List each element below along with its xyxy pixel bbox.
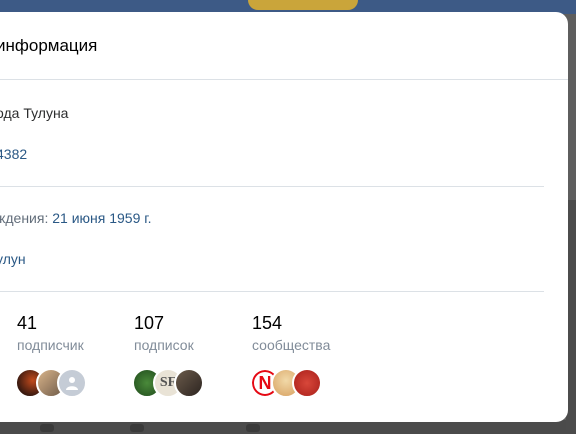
background-decoration [248,0,358,10]
modal-header: информация [0,12,568,80]
birthday-label: ждения: [0,210,49,226]
city-info: ода Тулуна [0,105,69,121]
background-icon [40,424,54,432]
followers-counter[interactable]: 41 подписчик [17,312,84,354]
modal-title: информация [0,35,98,55]
avatar-red-logo[interactable] [292,368,322,398]
person-icon [66,377,78,390]
subscriptions-avatars: SF [132,368,204,398]
info-modal: информация ода Тулуна 4382 ждения: 21 ию… [0,12,568,422]
netflix-logo-text: N [258,372,272,393]
followers-avatars [15,368,87,398]
background-icon [246,424,260,432]
phone-link[interactable]: 4382 [0,145,27,163]
avatar-photo[interactable] [174,368,204,398]
birthday-row: ждения: 21 июня 1959 г. [0,209,152,227]
hometown-link[interactable]: улун [0,250,26,268]
subscriptions-count: 107 [134,313,165,333]
section-divider [0,291,544,292]
communities-avatars: N [250,368,322,398]
followers-label: подписчик [17,337,84,353]
subscriptions-label: подписок [134,337,194,353]
avatar-placeholder[interactable] [57,368,87,398]
birthday-link[interactable]: 21 июня 1959 г. [52,210,151,226]
communities-counter[interactable]: 154 сообщества [252,312,330,354]
subscriptions-counter[interactable]: 107 подписок [134,312,194,354]
background-icon [130,424,144,432]
section-divider [0,186,544,187]
communities-count: 154 [252,313,283,333]
background-toolbar [0,420,576,434]
followers-count: 41 [17,313,38,333]
communities-label: сообщества [252,337,331,353]
